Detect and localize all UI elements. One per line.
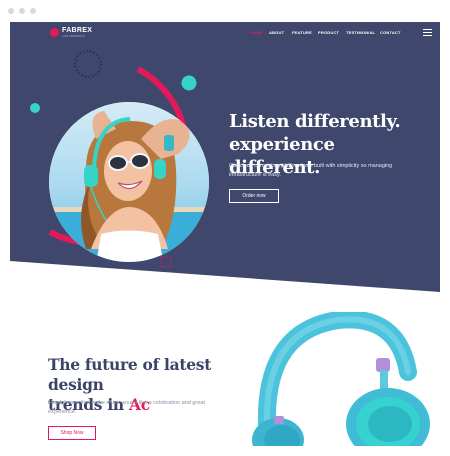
headphone-image: [238, 310, 440, 446]
hero-title-line1: Listen differently.: [229, 111, 401, 132]
teal-dot-large: [181, 75, 197, 91]
nav-item-testimonial[interactable]: TESTIMONIAL: [346, 30, 375, 35]
top-navbar: FABREX LIVE PRODUCTS HOME ABOUT FEATURE …: [10, 22, 440, 44]
nav-item-home[interactable]: HOME: [250, 30, 263, 35]
nav-item-product[interactable]: PRODUCT: [318, 30, 339, 35]
nav-item-about[interactable]: ABOUT: [269, 30, 284, 35]
nav-item-feature[interactable]: FEATURE: [292, 30, 312, 35]
brand-name[interactable]: FABREX: [62, 27, 92, 34]
nav-item-contact[interactable]: CONTACT: [380, 30, 401, 35]
shop-now-button[interactable]: Shop Now: [48, 426, 96, 440]
section2-title-line1: The future of latest design: [48, 355, 212, 394]
window-close-dot[interactable]: [8, 8, 14, 14]
hamburger-icon[interactable]: [423, 29, 432, 36]
browser-chrome: [0, 0, 450, 22]
dotted-circle-decor: [74, 50, 102, 78]
section2-description: Headphones that make music sound like a …: [48, 400, 205, 415]
order-now-button[interactable]: Order now: [229, 189, 279, 203]
brand-logo-icon[interactable]: [50, 28, 59, 37]
window-minimize-dot[interactable]: [19, 8, 25, 14]
teal-dot-small: [30, 103, 40, 113]
hero-section: FABREX LIVE PRODUCTS HOME ABOUT FEATURE …: [10, 22, 440, 292]
brand-tagline: LIVE PRODUCTS: [62, 35, 85, 38]
page-frame: FABREX LIVE PRODUCTS HOME ABOUT FEATURE …: [10, 22, 440, 446]
hero-description: Our cloud computing platform was built w…: [229, 163, 393, 178]
window-maximize-dot[interactable]: [30, 8, 36, 14]
hero-image: [46, 99, 212, 265]
